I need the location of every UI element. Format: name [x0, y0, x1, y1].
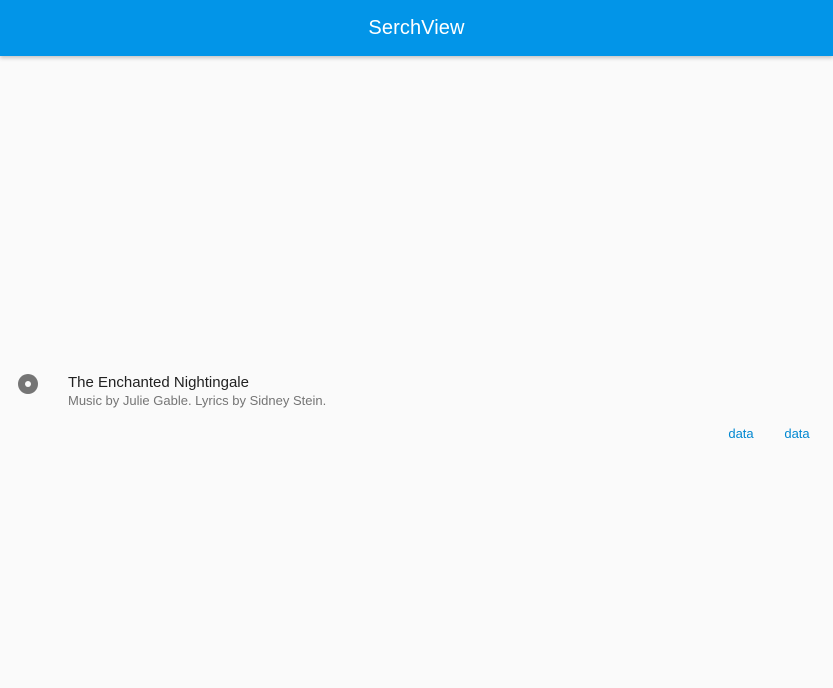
app-title: SerchView [368, 16, 465, 39]
app-bar: SerchView [0, 0, 833, 56]
data-button-2[interactable]: data [769, 422, 825, 445]
data-button-1[interactable]: data [713, 422, 769, 445]
button-bar: data data [713, 422, 825, 445]
tile-title: The Enchanted Nightingale [68, 374, 249, 391]
album-icon [18, 374, 38, 394]
album-list-tile[interactable]: The Enchanted Nightingale Music by Julie… [0, 370, 833, 414]
tile-subtitle: Music by Julie Gable. Lyrics by Sidney S… [68, 393, 327, 408]
